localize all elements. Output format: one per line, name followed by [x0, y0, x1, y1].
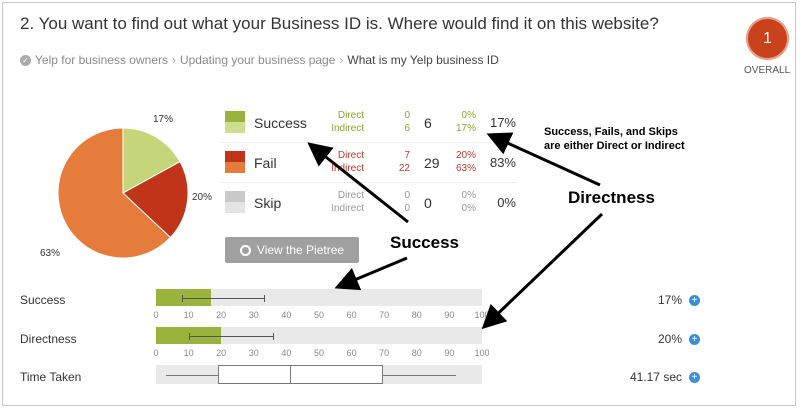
arrow-to-success-row [307, 142, 409, 224]
arrow-to-table [486, 132, 601, 187]
arrow-to-directness-metric [481, 212, 604, 330]
annotation-arrows [307, 132, 604, 330]
arrow-to-success-metric [334, 256, 408, 291]
